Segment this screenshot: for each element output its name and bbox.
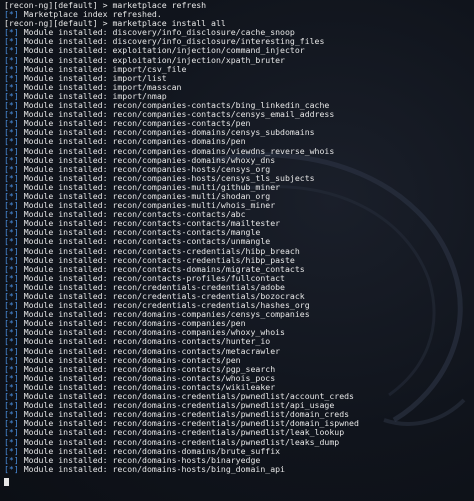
text-cursor	[4, 477, 9, 486]
cursor-line[interactable]	[4, 474, 474, 486]
terminal-window[interactable]: [recon-ng][default] > marketplace refres…	[0, 0, 474, 501]
terminal-output: [recon-ng][default] > marketplace refres…	[4, 0, 474, 486]
log-text: Module installed: recon/domains-hosts/bi…	[18, 463, 285, 474]
log-line: [*] Module installed: recon/domains-host…	[4, 463, 474, 474]
info-tag: [*]	[4, 463, 19, 474]
